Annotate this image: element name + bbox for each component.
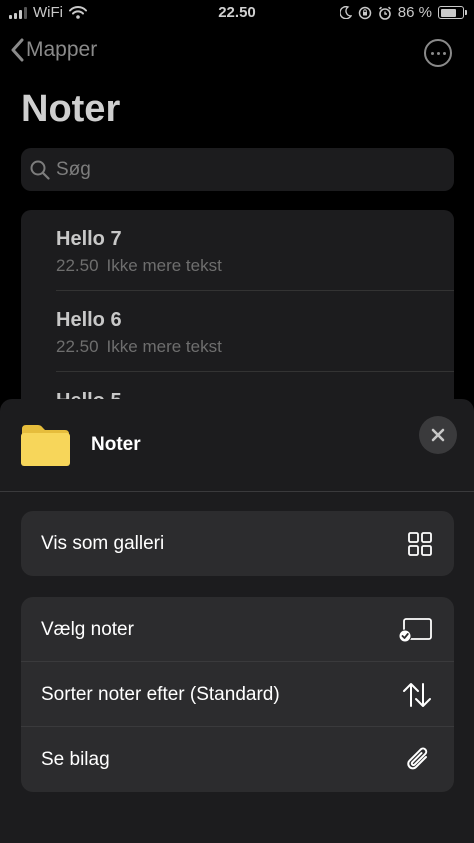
view-as-gallery-button[interactable]: Vis som galleri xyxy=(21,511,454,576)
view-as-gallery-label: Vis som galleri xyxy=(41,532,165,554)
sort-notes-button[interactable]: Sorter noter efter (Standard) xyxy=(21,662,454,727)
select-notes-label: Vælg noter xyxy=(41,618,134,640)
search-placeholder: Søg xyxy=(56,158,91,180)
note-item[interactable]: Hello 7 22.50 Ikke mere tekst xyxy=(56,210,454,291)
note-preview: Ikke mere tekst xyxy=(106,337,222,356)
note-time: 22.50 xyxy=(56,337,99,356)
status-right: 86 % xyxy=(339,4,467,21)
note-title: Hello 7 xyxy=(56,228,122,250)
note-preview: Ikke mere tekst xyxy=(106,256,222,275)
back-button[interactable]: Mapper xyxy=(10,38,97,62)
search-field[interactable]: Søg xyxy=(21,148,454,191)
sort-notes-label: Sorter noter efter (Standard) xyxy=(41,683,280,705)
close-button[interactable] xyxy=(419,416,457,454)
battery-icon xyxy=(438,6,467,19)
orientation-lock-icon xyxy=(358,6,372,19)
sheet-title: Noter xyxy=(91,434,141,455)
note-meta: 22.50 Ikke mere tekst xyxy=(56,256,222,276)
select-notes-icon xyxy=(398,617,432,642)
note-item[interactable]: Hello 6 22.50 Ikke mere tekst xyxy=(56,291,454,372)
note-actions-group: Vælg noter Sorter noter efter (Standard)… xyxy=(21,597,454,792)
alarm-icon xyxy=(378,6,391,20)
sheet-header: Noter xyxy=(0,399,474,492)
view-attachments-button[interactable]: Se bilag xyxy=(21,727,454,792)
navigation-bar: Mapper xyxy=(0,34,474,74)
battery-level-fill xyxy=(440,8,456,17)
status-bar: WiFi 22.50 86 % xyxy=(0,0,474,28)
folder-options-sheet: Noter Vis som galleri Vælg noter Sorter … xyxy=(0,399,474,843)
search-icon xyxy=(30,160,50,180)
grid-icon xyxy=(408,531,432,556)
moon-icon xyxy=(339,6,352,19)
battery-percent: 86 % xyxy=(397,4,432,21)
more-dot-icon xyxy=(442,51,446,55)
more-dot-icon xyxy=(430,51,434,55)
more-dot-icon xyxy=(436,51,440,55)
note-meta: 22.50 Ikke mere tekst xyxy=(56,337,222,357)
view-attachments-label: Se bilag xyxy=(41,748,110,770)
folder-icon xyxy=(21,425,70,466)
chevron-left-icon xyxy=(11,38,24,62)
view-options-group: Vis som galleri xyxy=(21,511,454,576)
close-icon xyxy=(431,428,445,442)
page-title: Noter xyxy=(21,88,121,130)
sort-arrows-icon xyxy=(403,682,431,707)
back-button-label: Mapper xyxy=(26,38,98,61)
more-options-button[interactable] xyxy=(424,39,452,67)
paperclip-icon xyxy=(407,747,428,769)
notes-screen: WiFi 22.50 86 % Mapper Noter Søg Hello 7… xyxy=(0,0,474,843)
select-notes-button[interactable]: Vælg noter xyxy=(21,597,454,662)
note-time: 22.50 xyxy=(56,256,99,275)
note-title: Hello 6 xyxy=(56,309,122,331)
